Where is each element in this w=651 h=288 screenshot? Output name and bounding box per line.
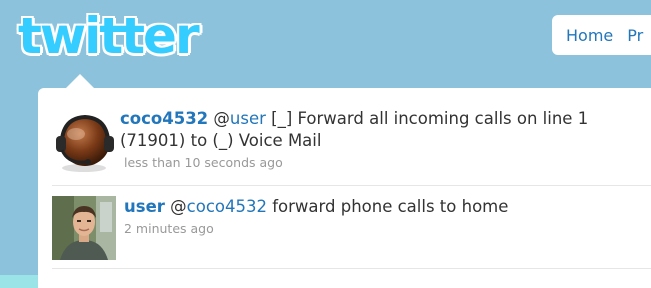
mention-link[interactable]: user	[230, 109, 266, 128]
user-photo-avatar[interactable]	[52, 196, 116, 260]
tweet-text: [_] Forward all incoming calls on line 1	[265, 109, 589, 128]
tweet-body: coco4532 @user [_] Forward all incoming …	[120, 108, 651, 172]
nav-profile-link[interactable]: Pr	[627, 26, 643, 45]
mention-at-sign: @	[213, 109, 230, 128]
headset-avatar-icon[interactable]	[52, 110, 116, 174]
top-navigation: Home Pr	[552, 15, 651, 55]
twitter-logo[interactable]: twitter	[18, 8, 200, 64]
mention-at-sign: @	[164, 197, 187, 216]
tweet-timestamp[interactable]: 2 minutes ago	[124, 220, 651, 238]
tweet-body: user @coco4532 forward phone calls to ho…	[124, 196, 651, 238]
nav-home-link[interactable]: Home	[566, 26, 613, 45]
tweet-text: forward phone calls to home	[266, 197, 509, 216]
tweet-timestamp[interactable]: less than 10 seconds ago	[120, 154, 651, 172]
mention-link[interactable]: coco4532	[187, 197, 267, 216]
tweet-author-link[interactable]: coco4532	[120, 109, 208, 128]
content-notch	[66, 74, 94, 88]
tweet-text-continued: (71901) to (_) Voice Mail	[120, 131, 322, 150]
tweet-divider	[52, 185, 651, 186]
tweet-author-link[interactable]: user	[124, 197, 165, 216]
tweet-divider	[52, 268, 651, 269]
